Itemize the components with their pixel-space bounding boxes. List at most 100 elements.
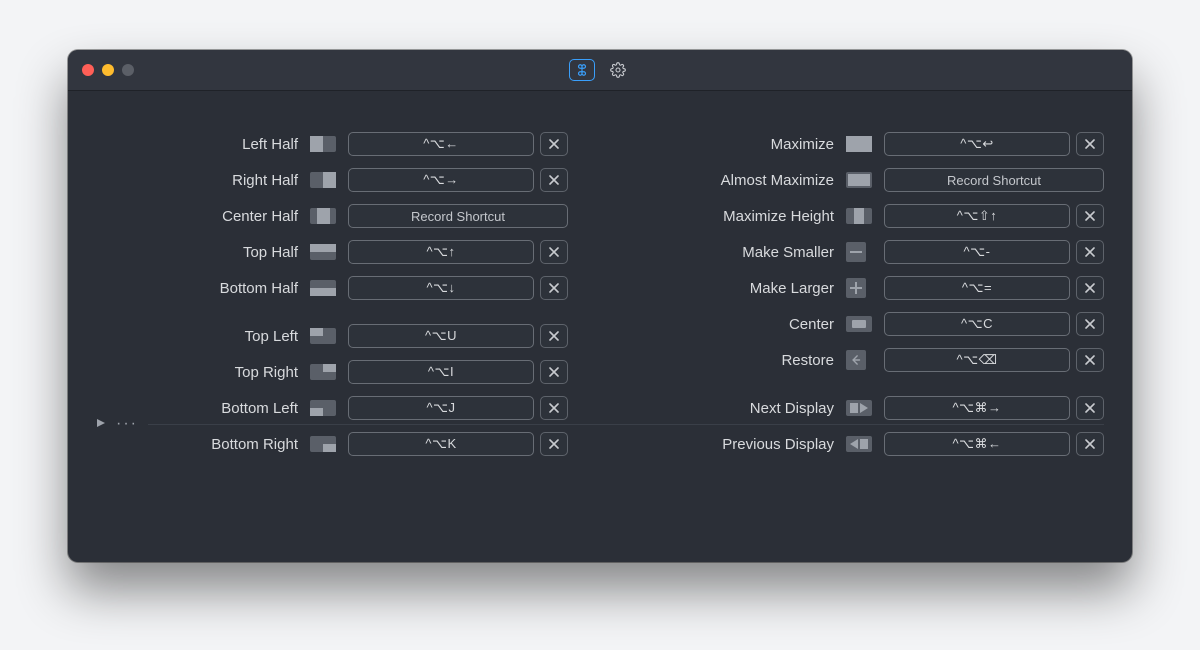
shortcut-field: ^⌥↑ <box>348 240 568 264</box>
shortcut-row-center-half: Center Half Record Shortcut <box>96 203 568 229</box>
shortcut-field: ^⌥⇧↑ <box>884 204 1104 228</box>
shortcut-recorder[interactable]: ^⌥- <box>884 240 1070 264</box>
shortcut-group: Left Half ^⌥← Right Half ^⌥→ Center Half Reco… <box>96 131 568 301</box>
shortcut-field: ^⌥K <box>348 432 568 456</box>
clear-shortcut-button[interactable] <box>540 132 568 156</box>
plus-icon <box>846 278 866 298</box>
nd-icon <box>846 400 872 416</box>
shortcut-label: Center <box>789 316 834 333</box>
br-icon <box>310 436 336 452</box>
clear-shortcut-button[interactable] <box>1076 312 1104 336</box>
toolbar-segmented <box>569 59 631 81</box>
minimize-window-button[interactable] <box>102 64 114 76</box>
clear-shortcut-button[interactable] <box>540 276 568 300</box>
preferences-window: Left Half ^⌥← Right Half ^⌥→ Center Half Reco… <box>68 50 1132 562</box>
shortcut-recorder[interactable]: Record Shortcut <box>348 204 568 228</box>
disclosure-triangle[interactable] <box>96 415 106 433</box>
shortcut-recorder[interactable]: ^⌥K <box>348 432 534 456</box>
clear-shortcut-button[interactable] <box>1076 240 1104 264</box>
shortcut-field: ^⌥← <box>348 132 568 156</box>
shortcut-row-bottom-right: Bottom Right ^⌥K <box>96 431 568 457</box>
shortcut-row-top-left: Top Left ^⌥U <box>96 323 568 349</box>
shortcut-row-left-half: Left Half ^⌥← <box>96 131 568 157</box>
shortcut-field: ^⌥↩ <box>884 132 1104 156</box>
shortcut-row-right-half: Right Half ^⌥→ <box>96 167 568 193</box>
shortcut-row-top-half: Top Half ^⌥↑ <box>96 239 568 265</box>
minus-icon <box>846 242 866 262</box>
shortcuts-pane: Left Half ^⌥← Right Half ^⌥→ Center Half Reco… <box>68 91 1132 457</box>
shortcut-recorder[interactable]: ^⌥⇧↑ <box>884 204 1070 228</box>
shortcut-label: Make Larger <box>750 280 834 297</box>
close-window-button[interactable] <box>82 64 94 76</box>
shortcut-field: ^⌥U <box>348 324 568 348</box>
shortcut-recorder[interactable]: Record Shortcut <box>884 168 1104 192</box>
shortcut-field: ^⌥= <box>884 276 1104 300</box>
shortcut-recorder[interactable]: ^⌥I <box>348 360 534 384</box>
shortcut-label: Right Half <box>232 172 298 189</box>
clear-shortcut-button[interactable] <box>1076 276 1104 300</box>
clear-shortcut-button[interactable] <box>1076 132 1104 156</box>
shortcut-recorder[interactable]: ^⌥U <box>348 324 534 348</box>
shortcut-recorder[interactable]: ^⌥↓ <box>348 276 534 300</box>
lh-icon <box>310 136 336 152</box>
clear-shortcut-button[interactable] <box>540 240 568 264</box>
shortcut-label: Top Left <box>245 328 298 345</box>
mh-icon <box>846 208 872 224</box>
shortcut-recorder[interactable]: ^⌥↑ <box>348 240 534 264</box>
shortcut-recorder[interactable]: ^⌥⌘← <box>884 432 1070 456</box>
shortcut-field: ^⌥I <box>348 360 568 384</box>
clear-shortcut-button[interactable] <box>1076 432 1104 456</box>
shortcut-row-maximize: Maximize ^⌥↩ <box>632 131 1104 157</box>
clear-shortcut-button[interactable] <box>1076 348 1104 372</box>
shortcut-label: Left Half <box>242 136 298 153</box>
shortcut-label: Maximize <box>771 136 834 153</box>
shortcut-recorder[interactable]: ^⌥= <box>884 276 1070 300</box>
shortcut-row-maximize-height: Maximize Height ^⌥⇧↑ <box>632 203 1104 229</box>
clear-shortcut-button[interactable] <box>540 432 568 456</box>
max-icon <box>846 136 872 152</box>
shortcut-label: Bottom Half <box>220 280 298 297</box>
shortcut-recorder[interactable]: ^⌥C <box>884 312 1070 336</box>
command-icon <box>575 63 589 77</box>
rh-icon <box>310 172 336 188</box>
zoom-window-button[interactable] <box>122 64 134 76</box>
clear-shortcut-button[interactable] <box>540 324 568 348</box>
shortcut-label: Next Display <box>750 400 834 417</box>
shortcut-field: Record Shortcut <box>348 204 568 228</box>
shortcut-label: Restore <box>781 352 834 369</box>
bh-icon <box>310 280 336 296</box>
shortcut-row-previous-display: Previous Display ^⌥⌘← <box>632 431 1104 457</box>
shortcut-label: Top Half <box>243 244 298 261</box>
shortcut-field: ^⌥↓ <box>348 276 568 300</box>
tr-icon <box>310 364 336 380</box>
shortcut-label: Make Smaller <box>742 244 834 261</box>
shortcut-label: Center Half <box>222 208 298 225</box>
shortcut-label: Previous Display <box>722 436 834 453</box>
tl-icon <box>310 328 336 344</box>
clear-shortcut-button[interactable] <box>540 168 568 192</box>
center-icon <box>846 316 872 332</box>
titlebar <box>68 50 1132 91</box>
shortcut-field: ^⌥⌫ <box>884 348 1104 372</box>
shortcut-field: Record Shortcut <box>884 168 1104 192</box>
tab-shortcuts[interactable] <box>569 59 595 81</box>
shortcut-label: Almost Maximize <box>721 172 834 189</box>
divider <box>148 424 1104 425</box>
shortcut-field: ^⌥- <box>884 240 1104 264</box>
clear-shortcut-button[interactable] <box>1076 204 1104 228</box>
shortcut-row-almost-maximize: Almost Maximize Record Shortcut <box>632 167 1104 193</box>
shortcut-label: Maximize Height <box>723 208 834 225</box>
gear-icon <box>610 62 626 78</box>
shortcut-recorder[interactable]: ^⌥← <box>348 132 534 156</box>
shortcut-recorder[interactable]: ^⌥↩ <box>884 132 1070 156</box>
window-controls <box>82 64 134 76</box>
shortcut-label: Bottom Right <box>211 436 298 453</box>
shortcut-recorder[interactable]: ^⌥⌫ <box>884 348 1070 372</box>
shortcut-field: ^⌥C <box>884 312 1104 336</box>
tab-settings[interactable] <box>605 59 631 81</box>
clear-shortcut-button[interactable] <box>540 360 568 384</box>
shortcut-group: Top Left^⌥UTop Right^⌥IBottom Left^⌥JBot… <box>96 323 568 457</box>
bl-icon <box>310 400 336 416</box>
shortcut-row-make-smaller: Make Smaller ^⌥- <box>632 239 1104 265</box>
shortcut-recorder[interactable]: ^⌥→ <box>348 168 534 192</box>
